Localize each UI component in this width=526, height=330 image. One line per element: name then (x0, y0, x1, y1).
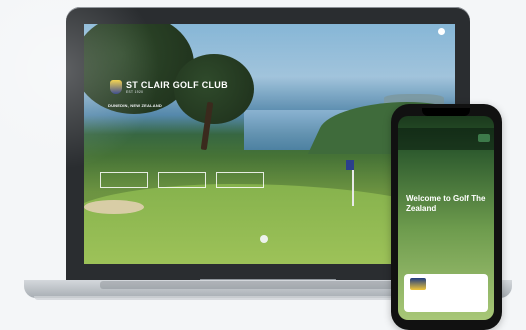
menu-icon[interactable] (438, 28, 445, 35)
hero-button-2[interactable] (158, 172, 206, 188)
flag (346, 160, 354, 170)
hero-button-1[interactable] (100, 172, 148, 188)
hero-buttons (100, 172, 264, 188)
phone-screen: Welcome to Golf The Zealand (398, 116, 494, 320)
phone-notch (422, 108, 470, 116)
phone-headline: Welcome to Golf The Zealand (406, 194, 486, 213)
bunker (84, 200, 144, 214)
phone-tag[interactable] (478, 134, 490, 142)
club-crest-icon (410, 278, 426, 290)
hero-button-3[interactable] (216, 172, 264, 188)
scroll-indicator-icon[interactable] (260, 235, 268, 243)
laptop-keyboard (100, 281, 436, 289)
device-mockup: ST CLAIR GOLF CLUB EST 1920 DUNEDIN, NEW… (0, 0, 526, 330)
